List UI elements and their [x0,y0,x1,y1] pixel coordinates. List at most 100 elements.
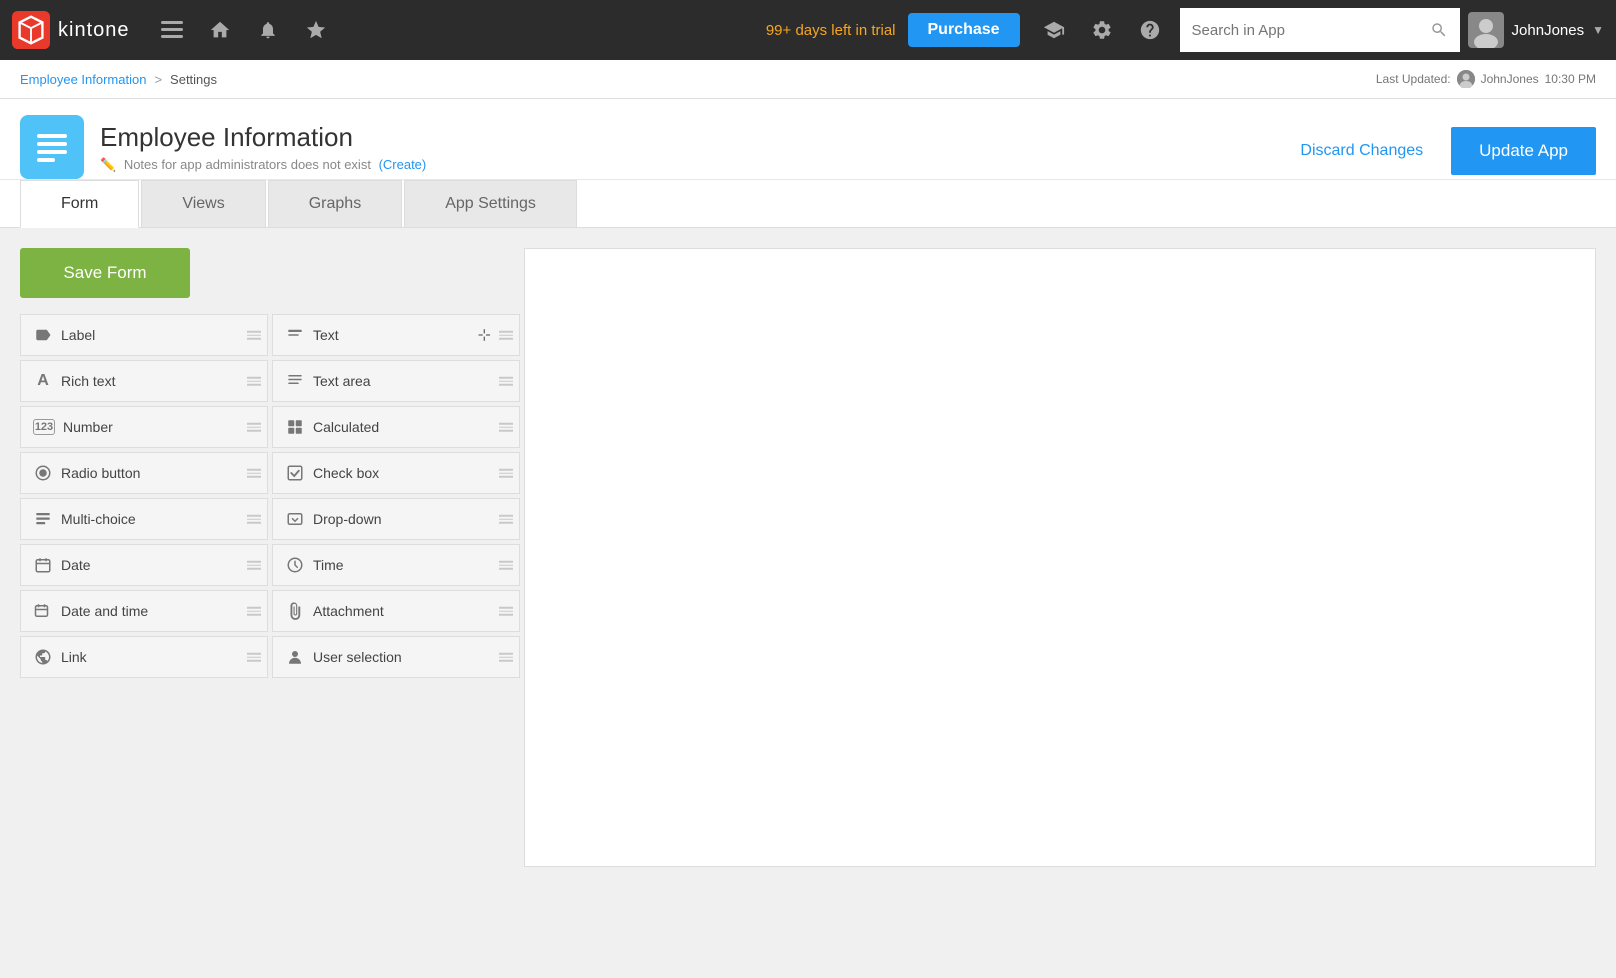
learning-icon[interactable] [1032,8,1076,52]
field-item-date[interactable]: Date [20,544,268,586]
last-updated-avatar [1457,70,1475,88]
last-updated-user: JohnJones [1481,72,1539,86]
field-calculated-text: Calculated [313,419,379,435]
logo-text: kintone [58,19,130,42]
breadcrumb: Employee Information > Settings [20,72,217,87]
user-dropdown-icon: ▼ [1592,23,1604,37]
calculated-icon [285,417,305,437]
app-header-left: Employee Information ✏️ Notes for app ad… [20,115,426,179]
field-item-check-box[interactable]: Check box [272,452,520,494]
field-item-link[interactable]: Link [20,636,268,678]
field-label-text: Label [61,327,95,343]
field-drop-down-text: Drop-down [313,511,381,527]
field-item-attachment[interactable]: Attachment [272,590,520,632]
drag-handle-calculated [499,423,513,432]
rich-text-icon: A [33,371,53,391]
purchase-button[interactable]: Purchase [908,13,1020,47]
drag-handle-time [499,561,513,570]
drop-down-icon [285,509,305,529]
field-text-area-text: Text area [313,373,371,389]
search-input[interactable] [1192,22,1422,39]
field-item-user-selection[interactable]: User selection [272,636,520,678]
gear-icon[interactable] [1080,8,1124,52]
breadcrumb-app-link[interactable]: Employee Information [20,72,146,87]
label-icon [33,325,53,345]
drag-handle-drop-down [499,515,513,524]
field-list: Label Text ⊹ A Rich text [20,314,520,678]
app-icon [20,115,84,179]
field-date-text: Date [61,557,91,573]
field-date-and-time-text: Date and time [61,603,148,619]
tab-graphs[interactable]: Graphs [268,180,402,227]
menu-icon[interactable] [150,8,194,52]
logo[interactable]: kintone [12,11,130,49]
user-name: JohnJones [1512,22,1585,39]
kintone-logo-icon [12,11,50,49]
field-text-text: Text [313,327,339,343]
field-item-label[interactable]: Label [20,314,268,356]
search-bar[interactable] [1180,8,1460,52]
field-item-number[interactable]: 123 Number [20,406,268,448]
text-icon [285,325,305,345]
field-rich-text-text: Rich text [61,373,115,389]
field-item-text-area[interactable]: Text area [272,360,520,402]
notes-create-link[interactable]: (Create) [379,157,427,172]
field-item-multi-choice[interactable]: Multi-choice [20,498,268,540]
left-panel: Save Form Label Text ⊹ A [20,248,520,867]
drag-handle-multi-choice [247,515,261,524]
drag-handle-date [247,561,261,570]
field-radio-button-text: Radio button [61,465,140,481]
tabs: Form Views Graphs App Settings [20,180,1596,227]
top-nav: kintone 99+ days left in trial Purchase [0,0,1616,60]
drag-handle-label [247,331,261,340]
notes-text: Notes for app administrators does not ex… [124,157,371,172]
trial-text: 99+ days left in trial [766,22,896,39]
drag-handle-number [247,423,261,432]
field-link-text: Link [61,649,87,665]
last-updated: Last Updated: JohnJones 10:30 PM [1376,70,1596,88]
field-item-text[interactable]: Text ⊹ [272,314,520,356]
drag-handle-check-box [499,469,513,478]
update-app-button[interactable]: Update App [1451,127,1596,175]
field-item-calculated[interactable]: Calculated [272,406,520,448]
pencil-icon: ✏️ [100,157,116,172]
field-item-radio-button[interactable]: Radio button [20,452,268,494]
field-item-rich-text[interactable]: A Rich text [20,360,268,402]
check-box-icon [285,463,305,483]
form-canvas[interactable] [524,248,1596,867]
search-icon [1430,21,1448,39]
drag-handle-link [247,653,261,662]
field-attachment-text: Attachment [313,603,384,619]
star-icon[interactable] [294,8,338,52]
nav-icons [150,8,766,52]
field-multi-choice-text: Multi-choice [61,511,136,527]
tabs-container: Form Views Graphs App Settings [0,180,1616,228]
app-title: Employee Information [100,122,426,153]
user-area[interactable]: JohnJones ▼ [1468,12,1604,48]
discard-changes-button[interactable]: Discard Changes [1284,132,1439,170]
trial-banner: 99+ days left in trial Purchase [766,13,1020,47]
last-updated-label: Last Updated: [1376,72,1451,86]
field-item-date-and-time[interactable]: Date and time [20,590,268,632]
tab-form[interactable]: Form [20,180,139,228]
home-icon[interactable] [198,8,242,52]
help-icon[interactable] [1128,8,1172,52]
field-item-time[interactable]: Time [272,544,520,586]
drag-handle-text [499,331,513,340]
bell-icon[interactable] [246,8,290,52]
app-header-actions: Discard Changes Update App [1284,115,1596,175]
tab-app-settings[interactable]: App Settings [404,180,577,227]
last-updated-time: 10:30 PM [1545,72,1596,86]
text-area-icon [285,371,305,391]
tab-views[interactable]: Views [141,180,265,227]
app-title-area: Employee Information ✏️ Notes for app ad… [100,122,426,173]
drag-handle-rich-text [247,377,261,386]
drag-handle-radio-button [247,469,261,478]
avatar [1468,12,1504,48]
save-form-button[interactable]: Save Form [20,248,190,298]
nav-right-icons [1032,8,1172,52]
field-item-drop-down[interactable]: Drop-down [272,498,520,540]
drag-handle-text-area [499,377,513,386]
app-header: Employee Information ✏️ Notes for app ad… [0,99,1616,180]
drag-handle-user-selection [499,653,513,662]
